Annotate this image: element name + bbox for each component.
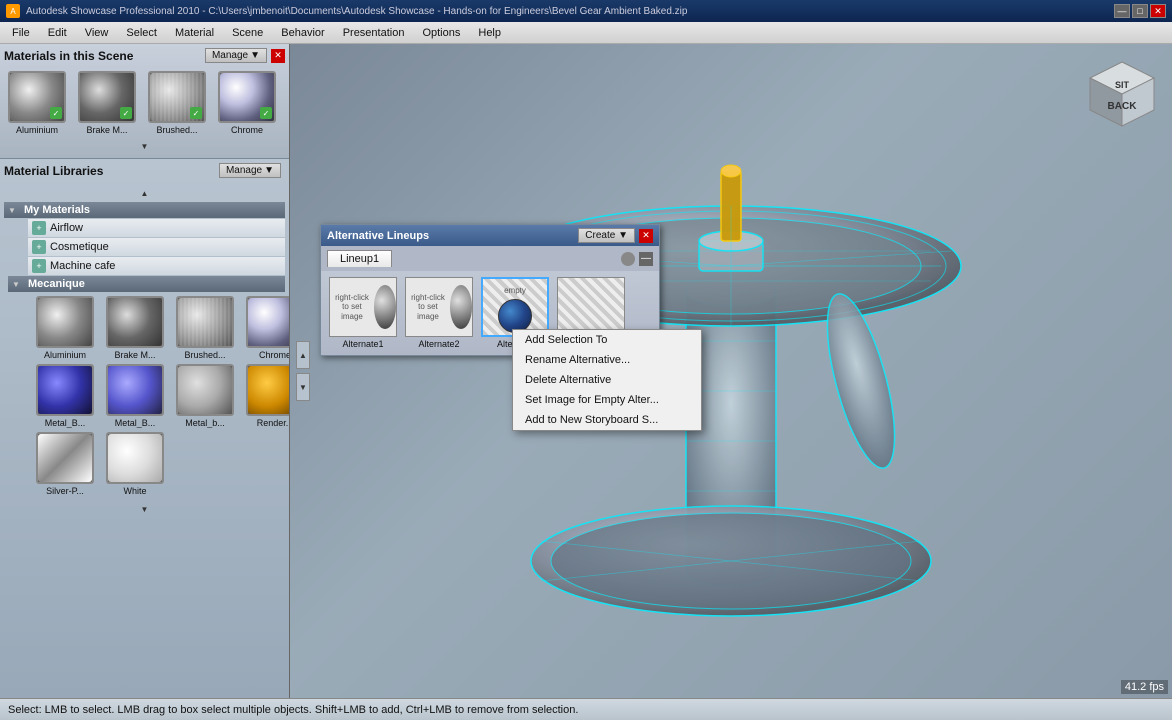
lineup-collapse-button[interactable]: —: [639, 252, 653, 266]
material-label-brushed: Brushed...: [156, 125, 197, 135]
alternate-thumb-2[interactable]: right-click to set image: [405, 277, 473, 337]
material-label-chrome: Chrome: [231, 125, 263, 135]
materials-scene-close-button[interactable]: ✕: [271, 49, 285, 63]
ctx-add-selection[interactable]: Add Selection To: [513, 330, 701, 350]
menu-presentation[interactable]: Presentation: [335, 25, 413, 41]
alt-lineups-header: Alternative Lineups Create ▼ ✕: [321, 225, 659, 246]
mec-thumb-brake[interactable]: Brake M...: [102, 296, 168, 360]
tree-header-my-materials[interactable]: ▼ My Materials: [4, 202, 285, 218]
alternate-item-1: right-click to set image Alternate1: [327, 277, 399, 349]
material-thumb-chrome[interactable]: ✓ Chrome: [214, 71, 280, 135]
menu-scene[interactable]: Scene: [224, 25, 271, 41]
menu-edit[interactable]: Edit: [40, 25, 75, 41]
material-libs-manage-button[interactable]: Manage ▼: [219, 163, 281, 178]
material-libraries-panel: Material Libraries Manage ▼ ▼ My Materia…: [0, 159, 289, 698]
left-panel: Materials in this Scene Manage ▼ ✕ ✓ Alu…: [0, 44, 290, 698]
mec-thumb-metal-blue[interactable]: Metal_B...: [32, 364, 98, 428]
window-controls: — □ ✕: [1114, 4, 1166, 18]
menu-file[interactable]: File: [4, 25, 38, 41]
alternate-item-2: right-click to set image Alternate2: [403, 277, 475, 349]
ctx-delete[interactable]: Delete Alternative: [513, 370, 701, 390]
create-button[interactable]: Create ▼: [578, 228, 635, 243]
materials-scene-expand[interactable]: [4, 139, 285, 154]
alternate-thumb-4[interactable]: [557, 277, 625, 337]
material-libraries-title: Material Libraries: [4, 164, 219, 178]
mec-thumb-metal-b[interactable]: Metal_b...: [172, 364, 238, 428]
material-libs-expand[interactable]: [4, 502, 285, 517]
maximize-button[interactable]: □: [1132, 4, 1148, 18]
viewport[interactable]: ▲ ▼ SIT BACK: [290, 44, 1172, 698]
window-title: Autodesk Showcase Professional 2010 - C:…: [26, 6, 687, 17]
mec-thumb-chrome[interactable]: Chrome: [242, 296, 289, 360]
material-thumb-brushed[interactable]: ✓ Brushed...: [144, 71, 210, 135]
main-area: Materials in this Scene Manage ▼ ✕ ✓ Alu…: [0, 44, 1172, 698]
lineup-pin-button[interactable]: [621, 252, 635, 266]
menu-view[interactable]: View: [77, 25, 117, 41]
alternate-label-2: Alternate2: [418, 339, 459, 349]
alternate-thumb-3[interactable]: empty: [481, 277, 549, 337]
ctx-rename[interactable]: Rename Alternative...: [513, 350, 701, 370]
context-menu: Add Selection To Rename Alternative... D…: [512, 329, 702, 431]
materials-scene-grid: ✓ Aluminium ✓ Brake M... ✓ Br: [4, 67, 285, 139]
close-button[interactable]: ✕: [1150, 4, 1166, 18]
materials-manage-button[interactable]: Manage ▼: [205, 48, 267, 63]
ctx-storyboard[interactable]: Add to New Storyboard S...: [513, 410, 701, 430]
material-thumb-brake[interactable]: ✓ Brake M...: [74, 71, 140, 135]
mec-thumb-white[interactable]: White: [102, 432, 168, 496]
menu-bar: File Edit View Select Material Scene Beh…: [0, 22, 1172, 44]
ctx-set-image[interactable]: Set Image for Empty Alter...: [513, 390, 701, 410]
materials-scene-title: Materials in this Scene: [4, 49, 205, 63]
library-collapse-arrow[interactable]: [4, 184, 285, 202]
mecanique-grid: Aluminium Brake M... Brush: [32, 292, 285, 500]
mec-thumb-render[interactable]: Render...: [242, 364, 289, 428]
mec-thumb-aluminium[interactable]: Aluminium: [32, 296, 98, 360]
status-bar: Select: LMB to select. LMB drag to box s…: [0, 698, 1172, 720]
menu-material[interactable]: Material: [167, 25, 222, 41]
alternate-label-1: Alternate1: [342, 339, 383, 349]
fps-counter: 41.2 fps: [1121, 680, 1168, 694]
tree-item-cosmetique[interactable]: + Cosmetique: [28, 238, 285, 256]
tree-children-my-materials: + Airflow + Cosmetique + Machine cafe ▼: [28, 219, 285, 500]
mec-thumb-metal-blue2[interactable]: Metal_B...: [102, 364, 168, 428]
mec-thumb-silver[interactable]: Silver-P...: [32, 432, 98, 496]
gear-visual: [290, 44, 1172, 698]
tree-header-mecanique[interactable]: ▼ Mecanique: [8, 276, 285, 292]
material-thumb-aluminium[interactable]: ✓ Aluminium: [4, 71, 70, 135]
menu-select[interactable]: Select: [118, 25, 165, 41]
lineup-tabs: Lineup1 —: [321, 246, 659, 271]
app-icon: A: [6, 4, 20, 18]
menu-help[interactable]: Help: [470, 25, 509, 41]
material-label-aluminium: Aluminium: [16, 125, 58, 135]
alt-lineups-close-button[interactable]: ✕: [639, 229, 653, 243]
alt-lineups-title: Alternative Lineups: [327, 230, 578, 242]
materials-scene-panel: Materials in this Scene Manage ▼ ✕ ✓ Alu…: [0, 44, 289, 159]
materials-scene-header: Materials in this Scene Manage ▼ ✕: [4, 48, 285, 63]
status-text: Select: LMB to select. LMB drag to box s…: [8, 704, 578, 716]
tree-section-my-materials: ▼ My Materials + Airflow + Cosmetique + …: [4, 202, 285, 500]
mec-thumb-brushed[interactable]: Brushed...: [172, 296, 238, 360]
lineup1-tab[interactable]: Lineup1: [327, 250, 392, 267]
tree-item-machine-cafe[interactable]: + Machine cafe: [28, 257, 285, 275]
tree-item-airflow[interactable]: + Airflow: [28, 219, 285, 237]
material-label-brake: Brake M...: [86, 125, 127, 135]
minimize-button[interactable]: —: [1114, 4, 1130, 18]
title-bar: A Autodesk Showcase Professional 2010 - …: [0, 0, 1172, 22]
menu-behavior[interactable]: Behavior: [273, 25, 332, 41]
menu-options[interactable]: Options: [414, 25, 468, 41]
material-libraries-header: Material Libraries Manage ▼: [4, 163, 285, 178]
alternate-thumb-1[interactable]: right-click to set image: [329, 277, 397, 337]
